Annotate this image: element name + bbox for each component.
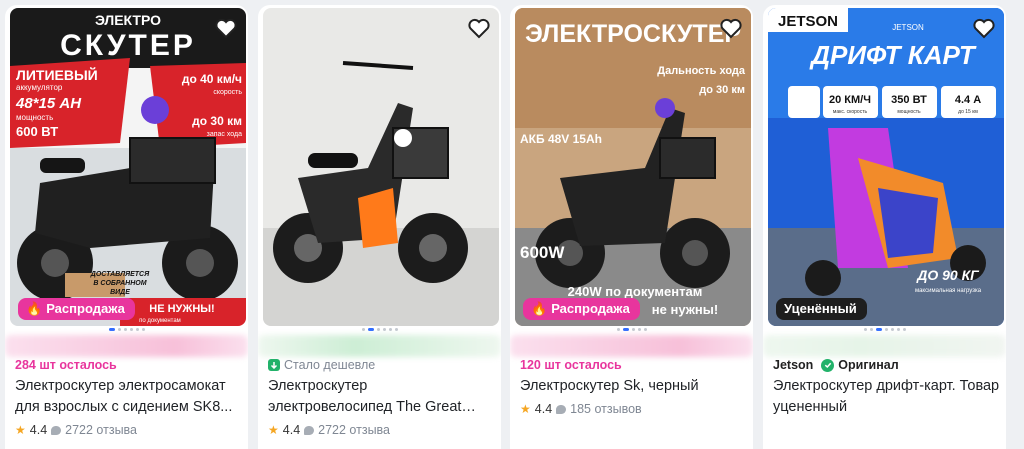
battery-sub-label: аккумулятор xyxy=(16,83,63,92)
reviews-icon xyxy=(304,425,315,435)
price-drop-status: Стало дешевле xyxy=(268,357,493,373)
delivery-note-2: В СОБРАННОМ xyxy=(93,280,146,287)
product-card[interactable]: ЭЛЕКТРОСКУТЕР Дальность хода до 30 км АК… xyxy=(510,5,753,449)
discounted-badge-label: Уценённый xyxy=(784,301,857,316)
brand-name[interactable]: Jetson xyxy=(773,357,813,373)
image-carousel-dots[interactable] xyxy=(510,328,753,332)
range-value: до 30 км xyxy=(699,84,745,96)
star-icon: ★ xyxy=(520,402,531,416)
delivery-note-1: ДОСТАВЛЯЕТСЯ xyxy=(90,271,150,278)
range-caption: запас хода xyxy=(207,131,242,138)
favorite-heart-icon[interactable] xyxy=(719,16,743,40)
price-drop-label: Стало дешевле xyxy=(284,358,376,372)
rating-value: 4.4 xyxy=(534,402,553,416)
original-label: Оригинал xyxy=(838,358,899,372)
max-load-value: ДО 90 КГ xyxy=(916,267,980,283)
reviews-count[interactable]: 2722 отзыва xyxy=(65,423,137,437)
product-image[interactable]: JETSON JETSON ДРИФТ КАРТ 20 КМ/Ч макс. с… xyxy=(768,8,1004,326)
product-rating: ★ 4.4 2722 отзыва xyxy=(268,423,390,437)
product-title[interactable]: Электроскутер электровелосипед The Great… xyxy=(268,376,495,418)
stock-status: 284 шт осталось xyxy=(15,358,117,372)
battery-label: ЛИТИЕВЫЙ xyxy=(16,66,98,83)
sale-badge-label: Распродажа xyxy=(551,301,630,316)
product-grid: ЭЛЕКТРО СКУТЕР ЛИТИЕВЫЙ аккумулятор 48*1… xyxy=(0,0,1024,449)
reviews-count[interactable]: 185 отзывов xyxy=(570,402,642,416)
product-title[interactable]: Электроскутер электросамокат для взрослы… xyxy=(15,376,242,418)
jetson-small-logo: JETSON xyxy=(892,23,924,32)
docs-power: 240W по документам xyxy=(568,284,703,299)
docs-note: НЕ НУЖНЫ! xyxy=(149,303,214,315)
reviews-icon xyxy=(51,425,62,435)
max-load-caption: максимальная нагрузка xyxy=(915,288,982,294)
rating-value: 4.4 xyxy=(29,423,48,437)
reviews-icon xyxy=(556,404,567,414)
price-blurred xyxy=(763,335,1006,357)
product-image[interactable]: ЭЛЕКТРОСКУТЕР Дальность хода до 30 км АК… xyxy=(515,8,751,326)
banner-main-label: ЭЛЕКТРОСКУТЕР xyxy=(525,20,741,48)
power-value: 350 ВТ xyxy=(891,94,927,106)
speed-value: до 40 км/ч xyxy=(182,72,242,86)
price-blurred xyxy=(258,335,501,357)
product-title[interactable]: Электроскутер дрифт-карт. Товар уцененны… xyxy=(773,376,1000,418)
product-card[interactable]: ЭЛЕКТРО СКУТЕР ЛИТИЕВЫЙ аккумулятор 48*1… xyxy=(5,5,248,449)
sale-badge: 🔥 Распродажа xyxy=(523,298,640,320)
product-image[interactable]: ЭЛЕКТРО СКУТЕР ЛИТИЕВЫЙ аккумулятор 48*1… xyxy=(10,8,246,326)
favorite-heart-icon[interactable] xyxy=(972,16,996,40)
star-icon: ★ xyxy=(15,423,26,437)
price-blurred xyxy=(5,335,248,357)
banner-main-label: СКУТЕР xyxy=(60,29,196,62)
battery-label: АКБ 48V 15Ah xyxy=(520,132,602,146)
banner-top-label: ЭЛЕКТРО xyxy=(95,12,161,28)
price-blurred xyxy=(510,335,753,357)
power-value: 600 ВТ xyxy=(16,124,58,139)
star-icon: ★ xyxy=(268,423,279,437)
jetson-logo: JETSON xyxy=(778,13,838,30)
range-caption: Дальность хода xyxy=(657,65,746,77)
favorite-heart-icon[interactable] xyxy=(214,16,238,40)
product-card[interactable]: Стало дешевле Электроскутер электровелос… xyxy=(258,5,501,449)
speed-value: 20 КМ/Ч xyxy=(829,94,871,106)
banner-main-label: ДРИФТ КАРТ xyxy=(809,40,977,70)
price-down-icon xyxy=(268,359,280,371)
power-value: 600W xyxy=(520,243,565,262)
product-rating: ★ 4.4 185 отзывов xyxy=(520,402,642,416)
speed-caption: макс. скорость xyxy=(833,109,868,115)
image-carousel-dots[interactable] xyxy=(258,328,501,332)
image-carousel-dots[interactable] xyxy=(5,328,248,332)
reviews-count[interactable]: 2722 отзыва xyxy=(318,423,390,437)
fire-icon: 🔥 xyxy=(531,301,548,316)
sale-badge: 🔥 Распродажа xyxy=(18,298,135,320)
stock-status: 120 шт осталось xyxy=(520,358,622,372)
image-carousel-dots[interactable] xyxy=(763,328,1006,332)
product-card[interactable]: JETSON JETSON ДРИФТ КАРТ 20 КМ/Ч макс. с… xyxy=(763,5,1006,449)
battery-spec-label: 48*15 АН xyxy=(15,95,82,112)
current-caption: до 15 км xyxy=(958,109,978,115)
product-rating: ★ 4.4 2722 отзыва xyxy=(15,423,137,437)
current-value: 4.4 А xyxy=(955,94,981,106)
power-caption: мощность xyxy=(16,113,53,122)
brand-row[interactable]: Jetson Оригинал xyxy=(773,357,998,373)
product-image[interactable] xyxy=(263,8,499,326)
favorite-heart-icon[interactable] xyxy=(467,16,491,40)
discounted-badge: Уценённый xyxy=(776,298,867,320)
range-value: до 30 км xyxy=(192,114,242,128)
fire-icon: 🔥 xyxy=(26,301,43,316)
speed-caption: скорость xyxy=(213,89,242,96)
docs-note-sub: по документам xyxy=(139,318,181,324)
verified-check-icon xyxy=(821,358,835,372)
product-title[interactable]: Электроскутер Sk, черный xyxy=(520,376,747,397)
delivery-note-3: ВИДЕ xyxy=(110,289,130,296)
sale-badge-label: Распродажа xyxy=(46,301,125,316)
docs-note: не нужны! xyxy=(652,302,718,317)
power-caption: мощность xyxy=(897,109,921,115)
rating-value: 4.4 xyxy=(282,423,301,437)
